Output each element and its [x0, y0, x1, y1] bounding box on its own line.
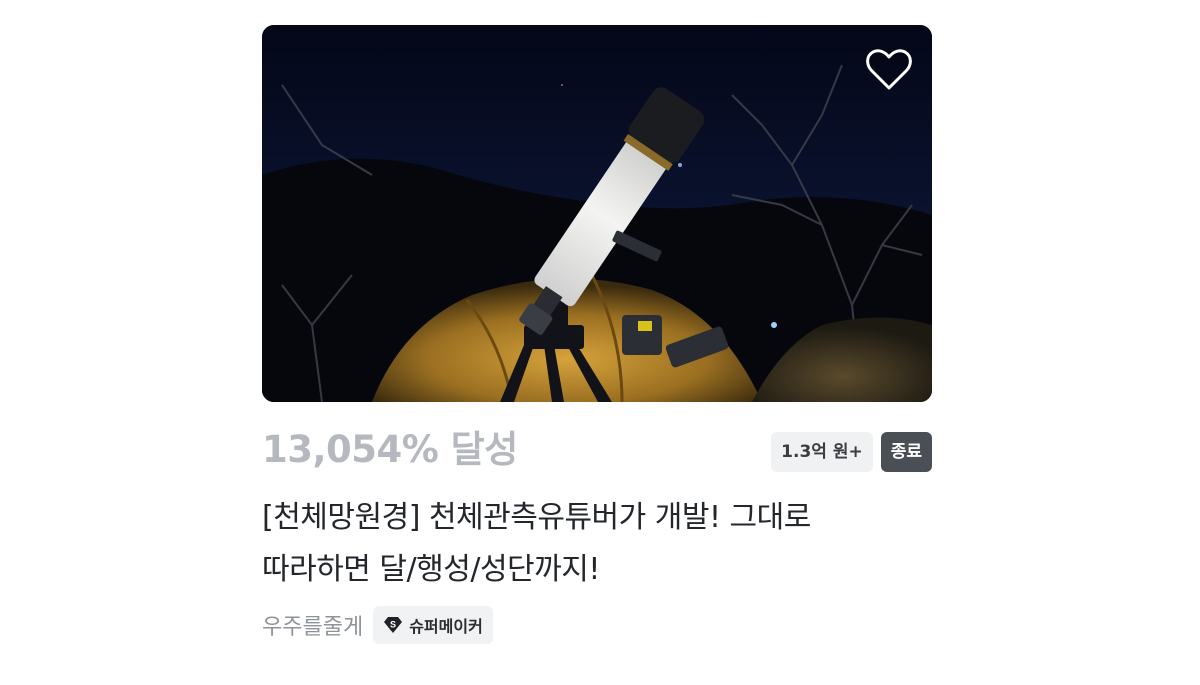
badge-group: 1.3억 원+ 종료 [771, 432, 932, 472]
project-thumbnail[interactable] [262, 25, 932, 402]
telescope-photo [262, 25, 932, 402]
project-title[interactable]: [천체망원경] 천체관측유튜버가 개발! 그대로 따라하면 달/행성/성단까지! [262, 492, 932, 596]
like-button[interactable] [864, 45, 914, 95]
super-maker-badge: S 슈퍼메이커 [373, 606, 493, 644]
super-maker-diamond-icon: S [384, 617, 403, 633]
amount-badge: 1.3억 원+ [771, 432, 873, 472]
project-meta-row: 13,054% 달성 1.3억 원+ 종료 [262, 428, 932, 472]
status-badge: 종료 [880, 432, 932, 472]
achievement-rate: 13,054% 달성 [262, 428, 518, 471]
super-maker-icon-letter: S [390, 620, 396, 630]
project-title-line-1: [천체망원경] 천체관측유튜버가 개발! 그대로 [262, 500, 811, 535]
maker-row: 우주를줄게 S 슈퍼메이커 [262, 606, 932, 644]
maker-name[interactable]: 우주를줄게 [262, 609, 363, 641]
project-card[interactable]: 13,054% 달성 1.3억 원+ 종료 [천체망원경] 천체관측유튜버가 개… [262, 25, 932, 644]
super-maker-label: 슈퍼메이커 [409, 617, 483, 636]
project-title-line-2: 따라하면 달/행성/성단까지! [262, 552, 600, 587]
heart-outline-icon [866, 49, 912, 90]
